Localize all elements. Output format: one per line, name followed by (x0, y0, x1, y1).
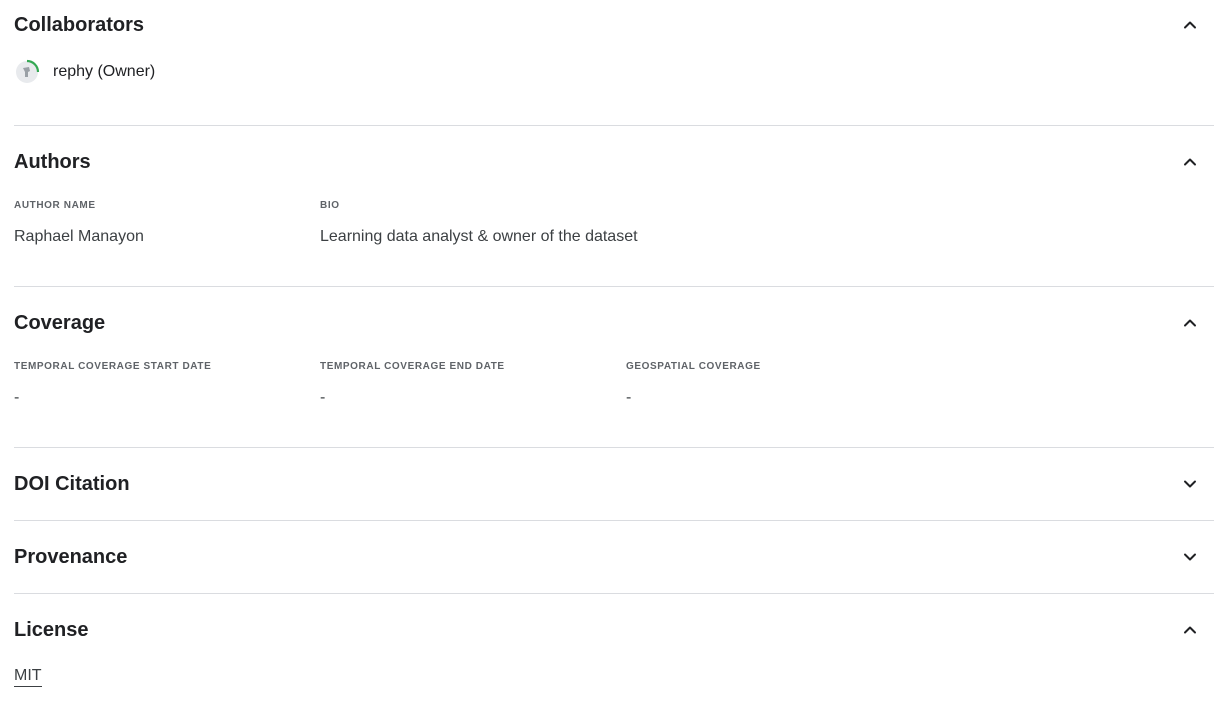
collaborators-title: Collaborators (14, 14, 145, 36)
author-bio-value: Learning data analyst & owner of the dat… (320, 228, 638, 245)
divider (14, 286, 1214, 287)
coverage-section: Coverage TEMPORAL COVERAGE START DATE - … (14, 309, 1214, 406)
temporal-end-value: - (320, 389, 326, 406)
divider (14, 520, 1214, 521)
avatar[interactable] (14, 59, 40, 85)
license-link[interactable]: MIT (14, 666, 42, 687)
author-bio-field: BIO Learning data analyst & owner of the… (320, 199, 638, 248)
doi-section: DOI Citation (14, 470, 1214, 498)
divider (14, 447, 1214, 448)
chevron-up-icon[interactable] (1182, 622, 1198, 638)
author-bio-label: BIO (320, 200, 340, 211)
collaborators-header[interactable]: Collaborators (14, 11, 1214, 39)
geospatial-field: GEOSPATIAL COVERAGE - (626, 360, 761, 409)
geospatial-label: GEOSPATIAL COVERAGE (626, 361, 761, 372)
temporal-start-label: TEMPORAL COVERAGE START DATE (14, 361, 212, 372)
chevron-up-icon[interactable] (1182, 17, 1198, 33)
license-value-wrap: MIT (14, 666, 42, 687)
chevron-up-icon[interactable] (1182, 154, 1198, 170)
dataset-metadata-page: Collaborators rephy (Owner) Authors AUTH… (0, 0, 1225, 701)
author-name-value: Raphael Manayon (14, 228, 144, 245)
collaborators-section: Collaborators rephy (Owner) (14, 11, 1214, 83)
authors-section: Authors AUTHOR NAME Raphael Manayon BIO … (14, 148, 1214, 245)
chevron-down-icon[interactable] (1182, 549, 1198, 565)
provenance-section: Provenance (14, 543, 1214, 571)
authors-title: Authors (14, 151, 91, 173)
collaborator-item: rephy (Owner) (14, 59, 155, 85)
temporal-start-value: - (14, 389, 20, 406)
license-header[interactable]: License (14, 616, 1214, 644)
chevron-down-icon[interactable] (1182, 476, 1198, 492)
temporal-start-field: TEMPORAL COVERAGE START DATE - (14, 360, 211, 409)
divider (14, 593, 1214, 594)
divider (14, 125, 1214, 126)
author-name-field: AUTHOR NAME Raphael Manayon (14, 199, 144, 248)
geospatial-value: - (626, 389, 632, 406)
author-name-label: AUTHOR NAME (14, 200, 96, 211)
collaborator-name[interactable]: rephy (Owner) (53, 63, 155, 81)
license-title: License (14, 619, 89, 641)
license-section: License MIT (14, 616, 1214, 687)
chevron-up-icon[interactable] (1182, 315, 1198, 331)
authors-header[interactable]: Authors (14, 148, 1214, 176)
doi-header[interactable]: DOI Citation (14, 470, 1214, 498)
coverage-title: Coverage (14, 312, 106, 334)
provenance-title: Provenance (14, 546, 128, 568)
provenance-header[interactable]: Provenance (14, 543, 1214, 571)
temporal-end-label: TEMPORAL COVERAGE END DATE (320, 361, 505, 372)
temporal-end-field: TEMPORAL COVERAGE END DATE - (320, 360, 505, 409)
coverage-header[interactable]: Coverage (14, 309, 1214, 337)
doi-title: DOI Citation (14, 473, 130, 495)
